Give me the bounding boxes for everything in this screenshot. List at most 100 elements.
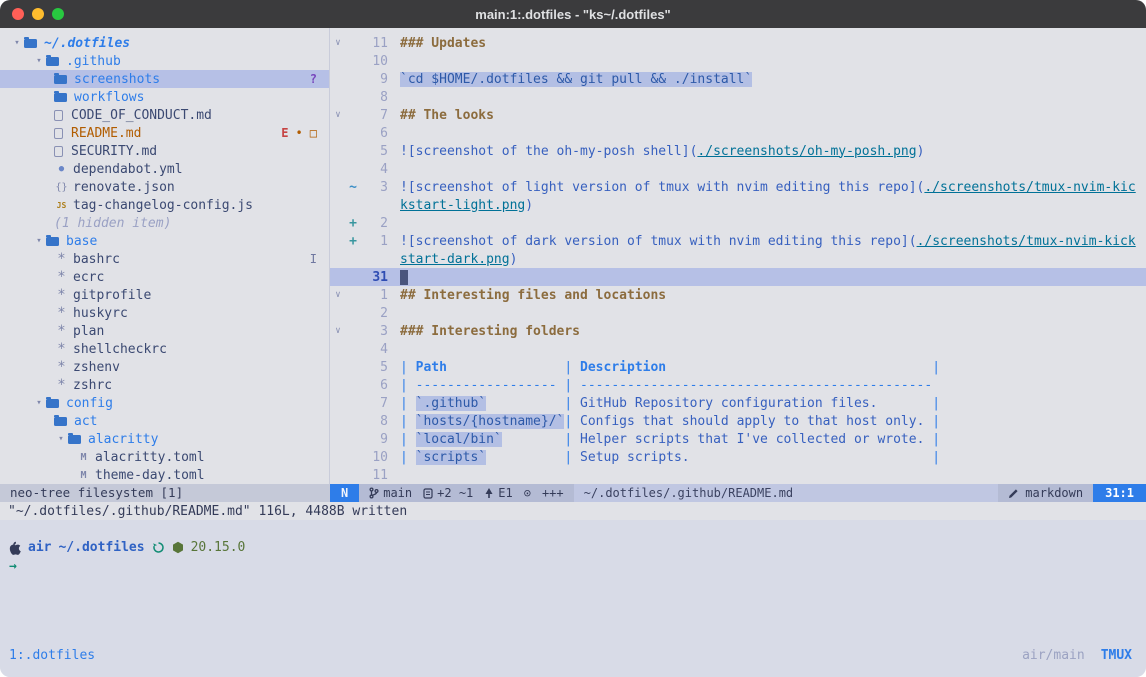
line-number: 3 bbox=[360, 180, 388, 195]
shell-file-icon: * bbox=[54, 305, 69, 321]
tree-item-alacritty[interactable]: ▾alacritty bbox=[0, 430, 329, 448]
tree-item-code-of-conduct-md[interactable]: CODE_OF_CONDUCT.md bbox=[0, 106, 329, 124]
tmux-session-branch: air/main bbox=[1022, 648, 1085, 663]
editor-line[interactable]: ∨11### Updates bbox=[330, 34, 1146, 52]
statusline-token-text: +2 ~1 bbox=[437, 486, 473, 500]
tmux-badge: TMUX bbox=[1101, 648, 1132, 663]
text-segment: Helper scripts that I've collected or wr… bbox=[580, 432, 932, 447]
minimize-button[interactable] bbox=[32, 8, 44, 20]
editor-line[interactable]: 9 `cd $HOME/.dotfiles && git pull && ./in… bbox=[330, 70, 1146, 88]
editor-line[interactable]: ~3![screenshot of light version of tmux … bbox=[330, 178, 1146, 196]
editor-buffer[interactable]: ∨11### Updates109`cd $HOME/.dotfiles && … bbox=[330, 28, 1146, 484]
line-number: 6 bbox=[360, 378, 388, 393]
statusline-filepath: ~/.dotfiles/.github/README.md bbox=[574, 484, 999, 502]
tree-item-zshenv[interactable]: *zshenv bbox=[0, 358, 329, 376]
text-segment: | bbox=[932, 432, 940, 447]
editor-line[interactable]: start-dark.png) bbox=[330, 250, 1146, 268]
shell-file-icon: * bbox=[54, 251, 69, 267]
editor-line[interactable]: 2 bbox=[330, 304, 1146, 322]
text-segment: | bbox=[400, 360, 416, 375]
git-status-badge: □ bbox=[310, 126, 317, 140]
text-segment: ![screenshot of the oh-my-posh shell]( bbox=[400, 144, 697, 159]
tree-item-renovate-json[interactable]: {}renovate.json bbox=[0, 178, 329, 196]
text-segment: | bbox=[564, 450, 580, 465]
tree-item-act[interactable]: act bbox=[0, 412, 329, 430]
tree-item-dotfiles[interactable]: ▾~/.dotfiles bbox=[0, 34, 329, 52]
editor-line[interactable]: 8| `hosts/{hostname}/`| Configs that sho… bbox=[330, 412, 1146, 430]
tree-item-gitprofile[interactable]: *gitprofile bbox=[0, 286, 329, 304]
editor-line[interactable]: 5![screenshot of the oh-my-posh shell](.… bbox=[330, 142, 1146, 160]
editor-line[interactable]: 10 bbox=[330, 52, 1146, 70]
tree-item-bashrc[interactable]: *bashrcI bbox=[0, 250, 329, 268]
text-segment: Path bbox=[416, 360, 447, 375]
prompt-cwd: ~/.dotfiles bbox=[58, 540, 144, 555]
line-text: `cd $HOME/.dotfiles && git pull && ./ins… bbox=[400, 72, 752, 87]
text-segment bbox=[486, 450, 564, 465]
tree-item-label: README.md bbox=[71, 126, 141, 141]
tree-item-label: alacritty.toml bbox=[95, 450, 205, 465]
tree-item-shellcheckrc[interactable]: *shellcheckrc bbox=[0, 340, 329, 358]
editor-line[interactable]: 9| `local/bin` | Helper scripts that I'v… bbox=[330, 430, 1146, 448]
tree-item-huskyrc[interactable]: *huskyrc bbox=[0, 304, 329, 322]
line-number: 9 bbox=[360, 72, 388, 87]
editor-line[interactable]: 5| Path | Description | bbox=[330, 358, 1146, 376]
tree-item-plan[interactable]: *plan bbox=[0, 322, 329, 340]
close-button[interactable] bbox=[12, 8, 24, 20]
tree-item-tag-changelog-config-js[interactable]: JStag-changelog-config.js bbox=[0, 196, 329, 214]
text-segment: ## The looks bbox=[400, 108, 494, 123]
line-text: ### Updates bbox=[400, 36, 486, 51]
yaml-icon: ● bbox=[54, 164, 69, 174]
tree-item-theme-day-toml[interactable]: Mtheme-day.toml bbox=[0, 466, 329, 484]
tree-item-ecrc[interactable]: *ecrc bbox=[0, 268, 329, 286]
tree-item-dependabot-yml[interactable]: ●dependabot.yml bbox=[0, 160, 329, 178]
editor-line[interactable]: ∨1## Interesting files and locations bbox=[330, 286, 1146, 304]
editor-line[interactable]: 10| `scripts` | Setup scripts. | bbox=[330, 448, 1146, 466]
shell-file-icon: * bbox=[54, 359, 69, 375]
prompt-input-line[interactable]: → bbox=[0, 559, 1146, 574]
editor-line[interactable]: 6 bbox=[330, 124, 1146, 142]
shell-file-icon: * bbox=[54, 341, 69, 357]
editor-line[interactable]: 6| ------------------ | ----------------… bbox=[330, 376, 1146, 394]
line-text: ![screenshot of dark version of tmux wit… bbox=[400, 234, 1136, 249]
line-text: | `.github` | GitHub Repository configur… bbox=[400, 396, 940, 411]
tree-item-zshrc[interactable]: *zshrc bbox=[0, 376, 329, 394]
editor-line[interactable]: ∨3### Interesting folders bbox=[330, 322, 1146, 340]
editor-line[interactable]: 8 bbox=[330, 88, 1146, 106]
tree-item-readme-md[interactable]: README.mdE•□ bbox=[0, 124, 329, 142]
text-segment: ### Updates bbox=[400, 36, 486, 51]
tree-item-alacritty-toml[interactable]: Malacritty.toml bbox=[0, 448, 329, 466]
tree-item-base[interactable]: ▾base bbox=[0, 232, 329, 250]
mode-indicator: N bbox=[330, 484, 359, 502]
editor-line[interactable]: 7| `.github` | GitHub Repository configu… bbox=[330, 394, 1146, 412]
line-number: 8 bbox=[360, 90, 388, 105]
maximize-button[interactable] bbox=[52, 8, 64, 20]
folder-icon bbox=[46, 399, 59, 408]
text-segment: GitHub Repository configuration files. bbox=[580, 396, 932, 411]
folder-icon bbox=[54, 93, 67, 102]
tree-item-1-hidden-item[interactable]: (1 hidden item) bbox=[0, 214, 329, 232]
editor-line[interactable]: +2 bbox=[330, 214, 1146, 232]
shell-file-icon: * bbox=[54, 323, 69, 339]
tree-item-label: config bbox=[66, 396, 113, 411]
tree-item-screenshots[interactable]: screenshots? bbox=[0, 70, 329, 88]
text-segment: | bbox=[932, 360, 940, 375]
file-icon bbox=[54, 110, 63, 121]
tree-item-security-md[interactable]: SECURITY.md bbox=[0, 142, 329, 160]
editor-line[interactable]: 4 bbox=[330, 340, 1146, 358]
tree-item-config[interactable]: ▾config bbox=[0, 394, 329, 412]
tree-item-github[interactable]: ▾.github bbox=[0, 52, 329, 70]
editor-line[interactable]: +1![screenshot of dark version of tmux w… bbox=[330, 232, 1146, 250]
statusline-token-text: +++ bbox=[542, 486, 564, 500]
editor-line[interactable]: 31 bbox=[330, 268, 1146, 286]
editor-line[interactable]: kstart-light.png) bbox=[330, 196, 1146, 214]
text-segment: | bbox=[564, 414, 580, 429]
editor-line[interactable]: 11 bbox=[330, 466, 1146, 484]
statusline-filetype: markdown bbox=[998, 484, 1093, 502]
tmux-window-tab[interactable]: 1:.dotfiles bbox=[9, 648, 95, 663]
editor-line[interactable]: 4 bbox=[330, 160, 1146, 178]
tree-item-workflows[interactable]: workflows bbox=[0, 88, 329, 106]
statusline-token-text: main bbox=[383, 486, 412, 500]
line-number: 31 bbox=[360, 270, 388, 285]
editor-line[interactable]: ∨7## The looks bbox=[330, 106, 1146, 124]
line-number: 11 bbox=[360, 36, 388, 51]
